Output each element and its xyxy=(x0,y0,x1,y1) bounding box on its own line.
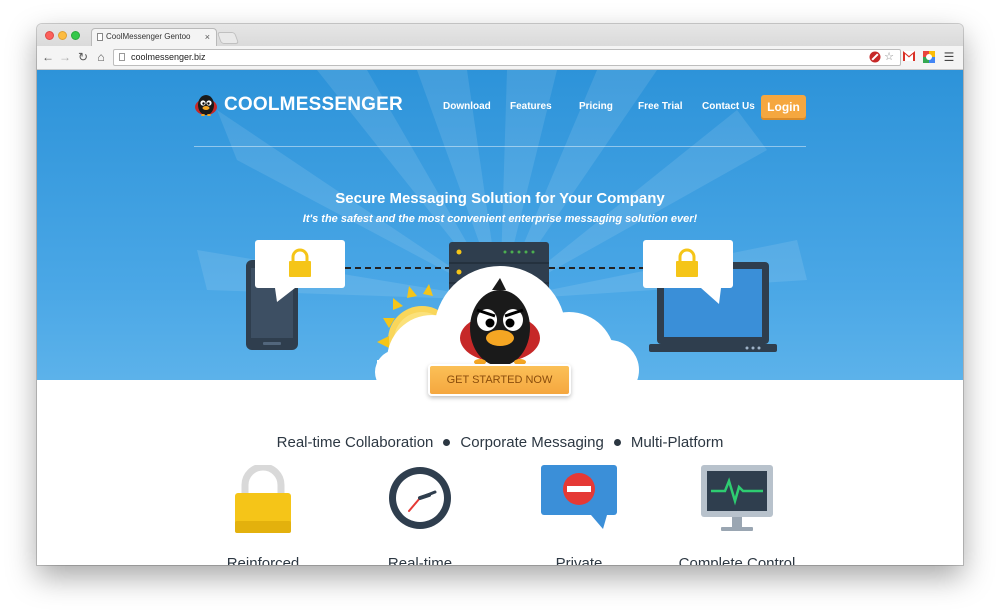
menu-icon[interactable]: ☰ xyxy=(943,51,955,63)
features-tagline: Real-time Collaboration Corporate Messagi… xyxy=(37,434,963,451)
url-text: coolmessenger.biz xyxy=(131,52,206,62)
feature-card-private: Private xyxy=(555,555,603,565)
page-icon xyxy=(97,33,103,41)
feature-realtime-collaboration: Real-time Collaboration xyxy=(276,434,434,451)
feature-card-reinforced: Reinforced xyxy=(226,555,300,565)
tab-strip: CoolMessenger Gentoo × xyxy=(37,24,963,46)
new-tab-button[interactable] xyxy=(216,32,240,44)
private-chat-icon xyxy=(541,465,617,529)
page-viewport: COOLMESSENGER Download Features Pricing … xyxy=(37,70,963,565)
padlock-icon xyxy=(235,465,291,533)
home-icon[interactable]: ⌂ xyxy=(94,49,108,65)
browser-toolbar: ← → ↻ ⌂ coolmessenger.biz ☆ ☰ xyxy=(37,46,963,70)
tab-close-icon[interactable]: × xyxy=(205,29,210,45)
back-icon[interactable]: ← xyxy=(41,49,55,65)
page-icon xyxy=(119,53,125,61)
feature-card-realtime: Real-time xyxy=(387,555,453,565)
clock-icon xyxy=(389,467,451,529)
chrome-icon[interactable] xyxy=(923,51,935,63)
feature-multi-platform: Multi-Platform xyxy=(630,434,724,451)
browser-window: CoolMessenger Gentoo × ← → ↻ ⌂ coolmesse… xyxy=(37,24,963,565)
feature-corporate-messaging: Corporate Messaging xyxy=(460,434,604,451)
feature-card-complete-control: Complete Control xyxy=(678,555,796,565)
hero-illustration xyxy=(246,240,777,380)
tab-title: CoolMessenger Gentoo xyxy=(106,32,191,41)
hero-section: COOLMESSENGER Download Features Pricing … xyxy=(37,70,963,380)
reload-icon[interactable]: ↻ xyxy=(76,49,90,65)
forward-icon[interactable]: → xyxy=(58,49,72,65)
monitor-icon xyxy=(701,465,773,531)
bullet-dot xyxy=(443,438,451,446)
window-close-button[interactable] xyxy=(45,31,54,40)
browser-tab[interactable]: CoolMessenger Gentoo × xyxy=(91,28,217,46)
get-started-button[interactable]: GET STARTED NOW xyxy=(428,364,571,396)
stop-icon[interactable] xyxy=(869,51,881,63)
gmail-icon[interactable] xyxy=(903,51,915,63)
star-icon[interactable]: ☆ xyxy=(883,51,895,63)
window-minimize-button[interactable] xyxy=(58,31,67,40)
window-maximize-button[interactable] xyxy=(71,31,80,40)
address-bar[interactable]: coolmessenger.biz xyxy=(113,49,901,66)
bullet-dot xyxy=(613,438,621,446)
